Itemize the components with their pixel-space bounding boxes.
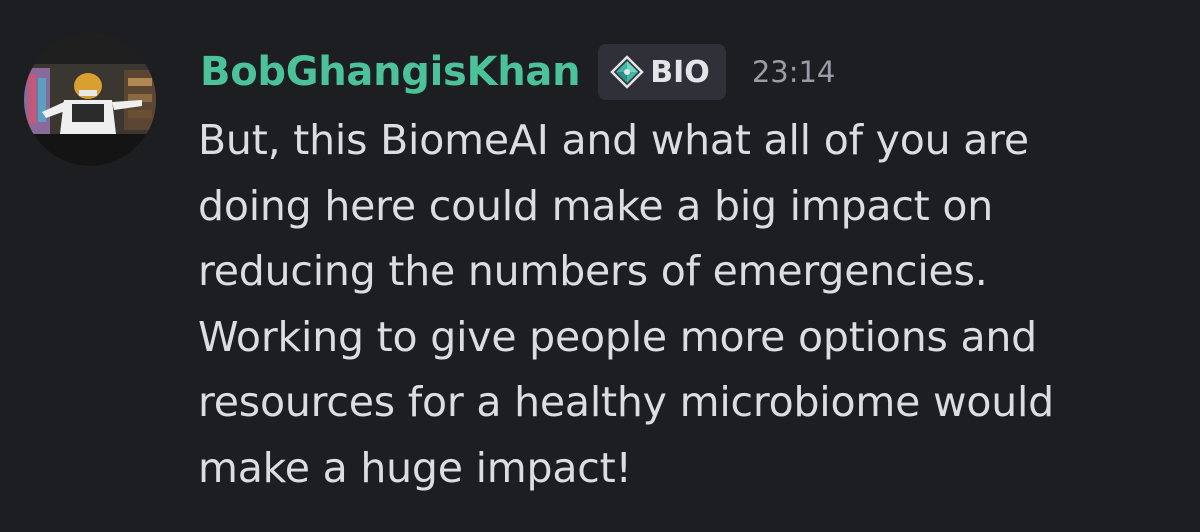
message-line: Working to give people more options and [198, 312, 1038, 361]
message-header: BobGhangisKhan BIO 23:14 [200, 40, 835, 104]
message-line: resources for a healthy microbiome would [198, 378, 1055, 426]
message-content: But, this BiomeAI and what all of you ar… [198, 108, 1188, 501]
message-line: doing here could make a big impact on [198, 181, 994, 230]
message-line: reducing the numbers of emergencies. [198, 247, 988, 295]
avatar-image [24, 34, 156, 166]
server-tag-label: BIO [650, 54, 710, 90]
diamond-badge-icon [610, 55, 645, 89]
message-line: But, this BiomeAI and what all of you ar… [198, 116, 1029, 164]
message-timestamp[interactable]: 23:14 [752, 55, 836, 89]
message-line: make a huge impact! [198, 443, 632, 492]
avatar[interactable] [24, 34, 156, 166]
username[interactable]: BobGhangisKhan [200, 49, 581, 95]
chat-message: BobGhangisKhan BIO 23:14 But, this Biome… [0, 0, 1200, 532]
server-tag[interactable]: BIO [598, 44, 726, 100]
